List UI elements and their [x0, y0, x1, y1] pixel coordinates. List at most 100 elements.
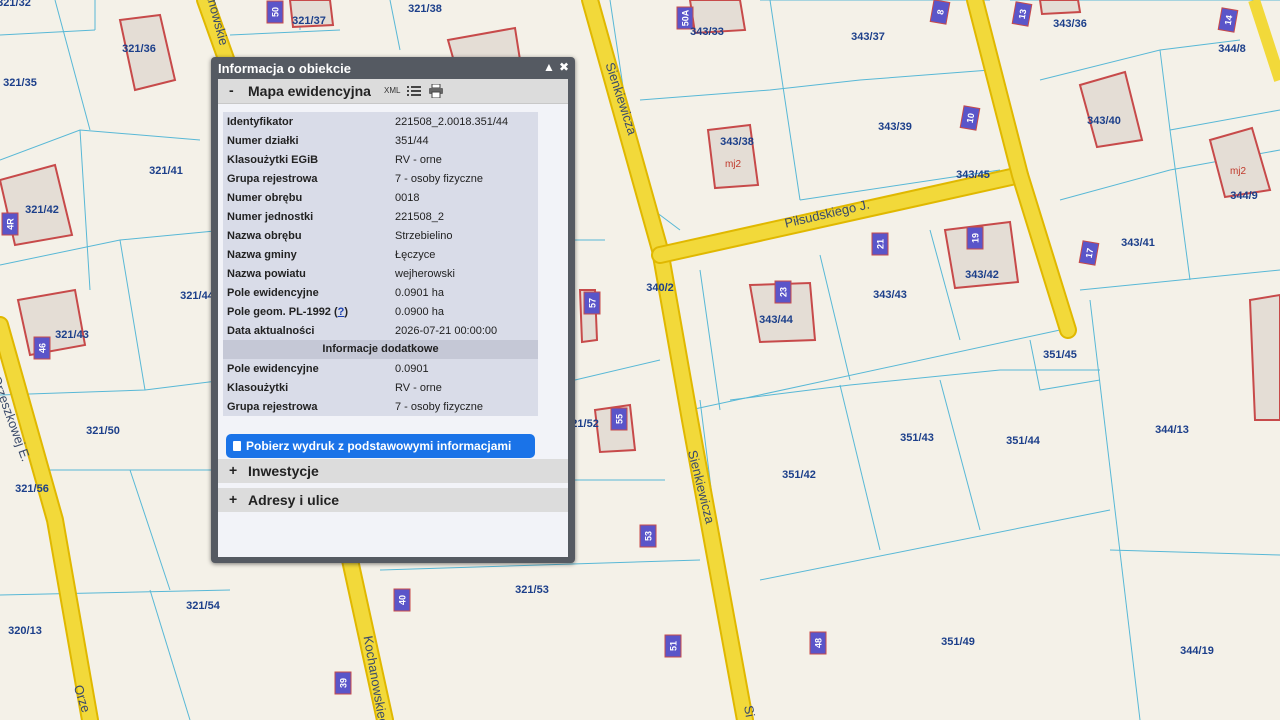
collapse-icon[interactable]: ▲ [543, 60, 555, 74]
parcel-number[interactable]: 321/54 [186, 600, 221, 612]
info-value: 7 - osoby fizyczne [395, 173, 484, 185]
parcel-number[interactable]: 343/37 [851, 31, 885, 43]
info-row: Klasoużytki EGiB RV - orne [223, 150, 538, 169]
building-number: 23 [779, 287, 789, 297]
parcel-number[interactable]: 320/13 [8, 625, 42, 637]
building-number-badge: 21 [871, 232, 889, 256]
info-label: Grupa rejestrowa [227, 401, 318, 413]
building-number-badge: 4R [1, 212, 19, 236]
building-number-badge: 57 [583, 291, 601, 315]
info-label: Identyfikator [227, 116, 294, 128]
parcel-number[interactable]: 321/36 [122, 43, 156, 55]
building-number: 17 [1084, 247, 1096, 259]
building-number: 39 [339, 678, 349, 688]
close-icon[interactable]: ✖ [559, 60, 569, 74]
parcel-number[interactable]: 343/42 [965, 269, 999, 281]
info-label: Numer działki [227, 135, 299, 147]
building-number-badge: 46 [33, 336, 51, 360]
parcel-number[interactable]: 351/44 [1006, 435, 1041, 447]
parcel-number[interactable]: 351/45 [1043, 349, 1077, 361]
list-icon[interactable] [407, 85, 422, 97]
parcel-number[interactable]: 343/43 [873, 289, 907, 301]
info-value: 221508_2 [395, 211, 444, 223]
info-row: Nazwa gminy Łęczyce [223, 245, 538, 264]
parcel-number[interactable]: 344/19 [1180, 645, 1214, 657]
info-label: Numer jednostki [227, 211, 314, 223]
parcel-number[interactable]: 343/39 [878, 121, 912, 133]
building-number-badge: 10 [959, 105, 981, 131]
section-mapa-ewidencyjna-body: Identyfikator 221508_2.0018.351/44 Numer d… [218, 104, 568, 458]
info-label: Pole ewidencyjne [227, 287, 319, 299]
parcel-number[interactable]: 321/44 [180, 290, 215, 302]
info-value: 2026-07-21 00:00:00 [395, 325, 498, 337]
xml-icon[interactable]: XML [384, 85, 400, 97]
window-titlebar[interactable]: Informacja o obiekcie ▲ ✖ [211, 57, 575, 79]
parcel-number[interactable]: 321/41 [149, 165, 183, 177]
parcel-number[interactable]: 321/50 [86, 425, 120, 437]
building-number: 57 [588, 298, 598, 308]
window-content: - Mapa ewidencyjna XML Identyfikator 2215… [218, 79, 568, 557]
building-number-badge: 48 [809, 631, 827, 655]
parcel-number[interactable]: 351/43 [900, 432, 934, 444]
expand-toggle[interactable]: + [229, 491, 237, 507]
building-number: 51 [669, 641, 679, 651]
parcel-number[interactable]: 351/42 [782, 469, 816, 481]
info-label: Klasoużytki [227, 382, 289, 394]
building-number-badge: 51 [664, 634, 682, 658]
info-label: Grupa rejestrowa [227, 173, 318, 185]
parcel-number[interactable]: 343/36 [1053, 18, 1087, 30]
parcel-number[interactable]: 340/2 [646, 282, 674, 294]
building-number: 46 [38, 343, 48, 353]
parcel-number[interactable]: 351/49 [941, 636, 975, 648]
info-value: 0.0900 ha [395, 306, 444, 318]
printer-icon[interactable] [428, 84, 444, 98]
section-title: Mapa ewidencyjna [248, 83, 371, 99]
section-inwestycje-header[interactable]: + Inwestycje [218, 459, 568, 483]
parcel-number[interactable]: 343/33 [690, 26, 724, 38]
expand-toggle[interactable]: + [229, 462, 237, 478]
parcel-number[interactable]: 321/42 [25, 204, 59, 216]
parcel-number[interactable]: 321/43 [55, 329, 89, 341]
building-number: 40 [398, 595, 408, 605]
info-row: Nazwa obrębu Strzebielino [223, 226, 538, 245]
section-mapa-ewidencyjna-header[interactable]: - Mapa ewidencyjna XML [218, 79, 568, 104]
info-row: Data aktualności 2026-07-21 00:00:00 [223, 321, 538, 340]
info-label: Nazwa powiatu [227, 268, 306, 280]
parcel-number[interactable]: 321/37 [292, 15, 326, 27]
info-label: Data aktualności [227, 325, 315, 337]
info-row: Grupa rejestrowa 7 - osoby fizyczne [223, 169, 538, 188]
parcel-number[interactable]: 343/41 [1121, 237, 1155, 249]
info-value: RV - orne [395, 154, 442, 166]
info-row: Numer działki 351/44 [223, 131, 538, 150]
parcel-number[interactable]: 321/56 [15, 483, 49, 495]
parcel-number[interactable]: 343/40 [1087, 115, 1121, 127]
parcel-number[interactable]: 343/45 [956, 169, 990, 181]
window-title: Informacja o obiekcie [218, 61, 351, 76]
parcel-number[interactable]: 344/9 [1230, 190, 1258, 202]
object-info-window: Informacja o obiekcie ▲ ✖ - Mapa ewidenc… [211, 57, 575, 563]
parcel-number[interactable]: 321/32 [0, 0, 31, 9]
section-title: Inwestycje [248, 463, 319, 479]
download-printout-label: Pobierz wydruk z podstawowymi informacja… [246, 439, 512, 453]
map-canvas[interactable]: 50 50A 8 13 14 10 4R 46 57 55 53 40 39 51 48 21 19 23 17 m… [0, 0, 1280, 720]
info-row: Grupa rejestrowa 7 - osoby fizyczne [223, 397, 538, 416]
parcel-number[interactable]: 321/38 [408, 3, 442, 15]
parcel-number[interactable]: 321/35 [3, 77, 37, 89]
additional-info-header: Informacje dodatkowe [223, 340, 538, 359]
info-label: Nazwa obrębu [227, 230, 302, 242]
building-number-badge: 40 [393, 588, 411, 612]
collapse-toggle[interactable]: - [229, 82, 234, 98]
parcel-number[interactable]: 321/53 [515, 584, 549, 596]
parcel-number[interactable]: 344/8 [1218, 43, 1246, 55]
parcel-number[interactable]: 343/44 [759, 314, 794, 326]
section-adresy-header[interactable]: + Adresy i ulice [218, 488, 568, 512]
building-number: 53 [644, 531, 654, 541]
info-row: Nazwa powiatu wejherowski [223, 264, 538, 283]
building-number-badge: 39 [334, 671, 352, 695]
building-number-badge: 23 [774, 280, 792, 304]
download-printout-button[interactable]: Pobierz wydruk z podstawowymi informacja… [226, 434, 535, 458]
parcel-number[interactable]: 343/38 [720, 136, 754, 148]
building-number: 50A [681, 9, 691, 26]
parcel-number[interactable]: 344/13 [1155, 424, 1189, 436]
building-number-badge: 17 [1078, 240, 1100, 266]
